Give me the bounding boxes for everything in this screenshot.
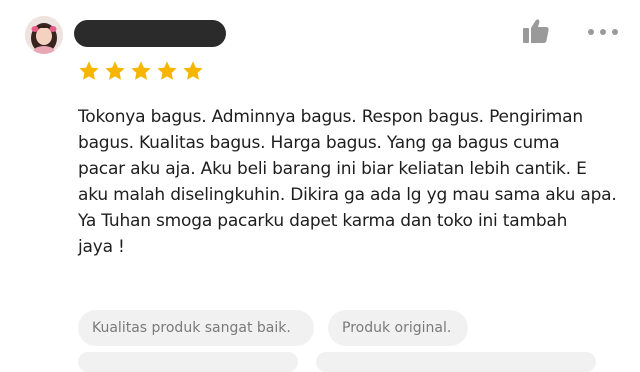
star-icon: [183, 61, 203, 80]
tag-chip[interactable]: Produk original.: [328, 310, 468, 346]
tag-chip[interactable]: Kualitas produk sangat baik.: [78, 310, 314, 346]
review-line: aku malah diselingkuhin. Dikira ga ada l…: [78, 185, 617, 205]
thumbs-up-icon[interactable]: [521, 17, 551, 45]
star-icon: [131, 61, 151, 80]
review-line: pacar aku aja. Aku beli barang ini biar …: [78, 159, 587, 179]
tag-chip-partial[interactable]: [78, 352, 298, 372]
star-rating: [78, 60, 204, 82]
star-icon: [79, 61, 99, 80]
review-text: Tokonya bagus. Adminnya bagus. Respon ba…: [78, 104, 628, 260]
review-line: Ya Tuhan smoga pacarku dapet karma dan t…: [78, 211, 568, 231]
star-icon: [157, 61, 177, 80]
avatar[interactable]: [25, 16, 63, 54]
tag-chip-partial[interactable]: [316, 352, 596, 372]
more-dots-icon[interactable]: [586, 24, 620, 38]
review-line: bagus. Kualitas bagus. Harga bagus. Yang…: [78, 133, 560, 153]
star-icon: [105, 61, 125, 80]
review-line: Tokonya bagus. Adminnya bagus. Respon ba…: [78, 107, 583, 127]
reviewer-name-redacted: [74, 20, 226, 47]
review-line: jaya !: [78, 237, 125, 257]
